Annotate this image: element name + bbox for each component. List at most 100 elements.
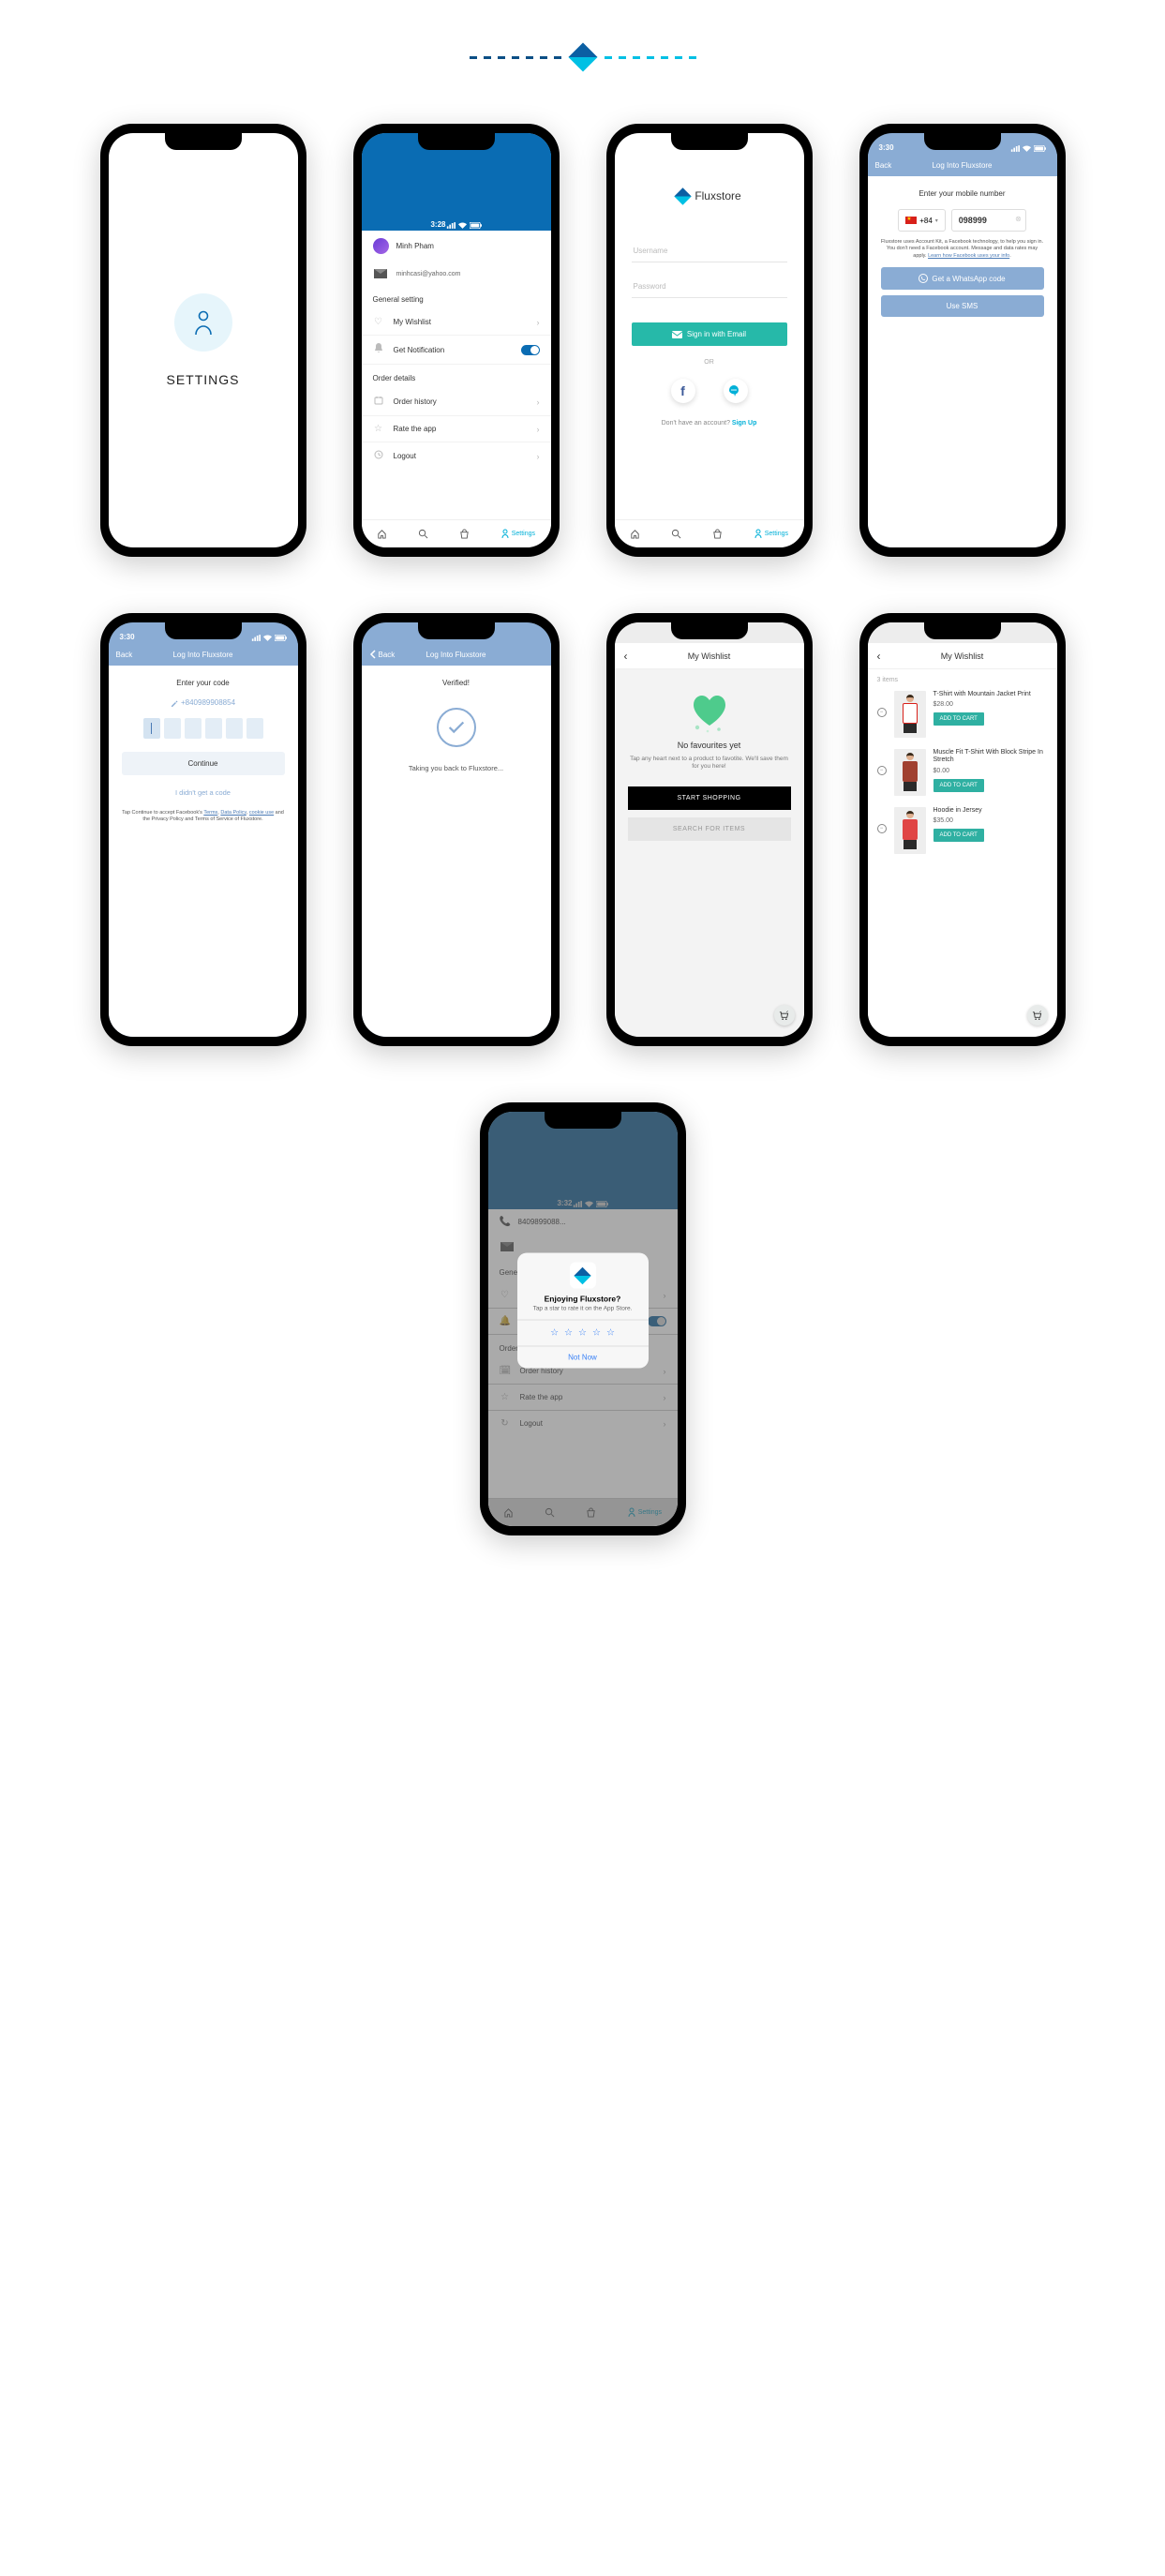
phone-settings: 3:28 Settings Minh Pham minhcasi@yahoo.c… (353, 124, 560, 557)
sys-icons (1010, 145, 1046, 152)
star-4[interactable]: ☆ (592, 1328, 601, 1339)
tab-search[interactable] (418, 529, 428, 539)
tabbar: Settings (362, 519, 551, 547)
cart-fab[interactable] (774, 1005, 795, 1026)
tab-home[interactable] (630, 529, 640, 539)
wishlist-item[interactable]: − T-Shirt with Mountain Jacket Print $28… (877, 691, 1048, 738)
whatsapp-icon (919, 274, 928, 283)
legal-text: Tap Continue to accept Facebook's Terms,… (122, 810, 285, 824)
settings-hero-icon (174, 293, 232, 352)
section-order: Order details (362, 365, 551, 388)
dashes-left (470, 56, 561, 59)
wishlist-item[interactable]: − Muscle Fit T-Shirt With Block Stripe I… (877, 749, 1048, 796)
continue-button[interactable]: Continue (122, 752, 285, 775)
star-1[interactable]: ☆ (550, 1328, 559, 1339)
star-icon: ☆ (373, 424, 384, 434)
code-digit-4[interactable] (205, 718, 222, 739)
item-logout[interactable]: Logout › (362, 442, 551, 470)
start-shopping-button[interactable]: START SHOPPING (628, 786, 791, 810)
legal-text: Fluxstore uses Account Kit, a Facebook t… (881, 239, 1044, 260)
phone-login: Fluxstore Sign in with Email OR f Don't … (606, 124, 813, 557)
tab-settings[interactable]: Settings (754, 529, 788, 539)
modal-title: Enjoying Fluxstore? (517, 1295, 649, 1304)
intro-content: SETTINGS (109, 133, 298, 547)
item-history[interactable]: Order history › (362, 388, 551, 416)
cart-fab[interactable] (1027, 1005, 1048, 1026)
search-items-button[interactable]: SEARCH FOR ITEMS (628, 817, 791, 841)
back-button[interactable]: ‹ (624, 650, 628, 663)
social-buttons: f (671, 379, 748, 403)
wishlist-item[interactable]: − Hoodie in Jersey $35.00 ADD TO CART (877, 807, 1048, 854)
add-to-cart-button[interactable]: ADD TO CART (933, 829, 984, 842)
back-button[interactable]: Back (369, 650, 396, 659)
wishlist-title: My Wishlist (688, 651, 731, 661)
whatsapp-button[interactable]: Get a WhatsApp code (881, 267, 1044, 290)
app-icon (570, 1263, 596, 1289)
code-prompt: Enter your code (176, 679, 229, 687)
user-name: Minh Pham (396, 242, 434, 250)
back-button[interactable]: ‹ (877, 650, 881, 663)
tab-home[interactable] (377, 529, 387, 539)
star-2[interactable]: ☆ (564, 1328, 573, 1339)
password-field[interactable] (632, 276, 787, 298)
product-price: $0.00 (933, 768, 1048, 774)
country-code-select[interactable]: +84 ▾ (898, 209, 946, 232)
star-5[interactable]: ☆ (606, 1328, 615, 1339)
dashes-right (605, 56, 696, 59)
notif-toggle[interactable] (521, 345, 540, 355)
chevron-right-icon: › (537, 318, 540, 327)
intro-title: SETTINGS (166, 372, 239, 387)
code-digit-3[interactable] (185, 718, 202, 739)
pencil-icon (171, 699, 178, 707)
facebook-button[interactable]: f (671, 379, 695, 403)
no-code-link[interactable]: I didn't get a code (175, 788, 231, 797)
signin-email-button[interactable]: Sign in with Email (632, 322, 787, 346)
star-3[interactable]: ☆ (578, 1328, 587, 1339)
wishlist-header: ‹ My Wishlist (868, 643, 1057, 669)
verified-label: Verified! (442, 679, 470, 687)
code-digit-2[interactable] (164, 718, 181, 739)
heart-icon (691, 694, 728, 727)
or-divider: OR (704, 359, 714, 366)
item-wishlist[interactable]: ♡ My Wishlist › (362, 309, 551, 336)
code-digit-1[interactable] (143, 718, 160, 739)
sms-button[interactable] (724, 379, 748, 403)
add-to-cart-button[interactable]: ADD TO CART (933, 779, 984, 792)
sms-button[interactable]: Use SMS (881, 295, 1044, 317)
logout-icon (373, 450, 384, 462)
username-field[interactable] (632, 240, 787, 262)
ak-header: Back Log Into Fluxstore (109, 643, 298, 666)
tab-cart[interactable] (712, 529, 723, 539)
not-now-button[interactable]: Not Now (517, 1347, 649, 1369)
remove-item-button[interactable]: − (877, 766, 887, 775)
check-circle-icon (437, 708, 476, 747)
learn-link[interactable]: Learn how Facebook uses your info (928, 253, 1009, 259)
item-notification[interactable]: Get Notification (362, 336, 551, 365)
remove-item-button[interactable]: − (877, 824, 887, 833)
time: 3:30 (879, 143, 894, 152)
wishlist-title: My Wishlist (941, 651, 984, 661)
tab-settings[interactable]: Settings (500, 529, 535, 539)
signup-link[interactable]: Sign Up (732, 420, 756, 427)
tab-cart[interactable] (459, 529, 470, 539)
profile-name-row[interactable]: Minh Pham (362, 231, 551, 262)
back-button[interactable]: Back (116, 651, 133, 659)
bell-icon (373, 343, 384, 356)
code-digit-6[interactable] (246, 718, 263, 739)
remove-item-button[interactable]: − (877, 708, 887, 717)
star-rating: ☆ ☆ ☆ ☆ ☆ (517, 1320, 649, 1347)
chevron-down-icon: ▾ (935, 217, 938, 224)
profile-email-row[interactable]: minhcasi@yahoo.com (362, 262, 551, 286)
product-thumb (894, 691, 926, 738)
phone-display[interactable]: +840989908854 (171, 698, 235, 707)
brand-name: Fluxstore (695, 189, 740, 202)
code-digit-5[interactable] (226, 718, 243, 739)
clear-icon[interactable]: ⊗ (1015, 215, 1022, 223)
product-name: Hoodie in Jersey (933, 807, 1048, 815)
product-price: $28.00 (933, 701, 1048, 708)
add-to-cart-button[interactable]: ADD TO CART (933, 712, 984, 726)
back-button[interactable]: Back (875, 161, 892, 170)
tab-search[interactable] (671, 529, 681, 539)
item-rate[interactable]: ☆ Rate the app › (362, 416, 551, 442)
ak-title: Log Into Fluxstore (932, 161, 992, 170)
